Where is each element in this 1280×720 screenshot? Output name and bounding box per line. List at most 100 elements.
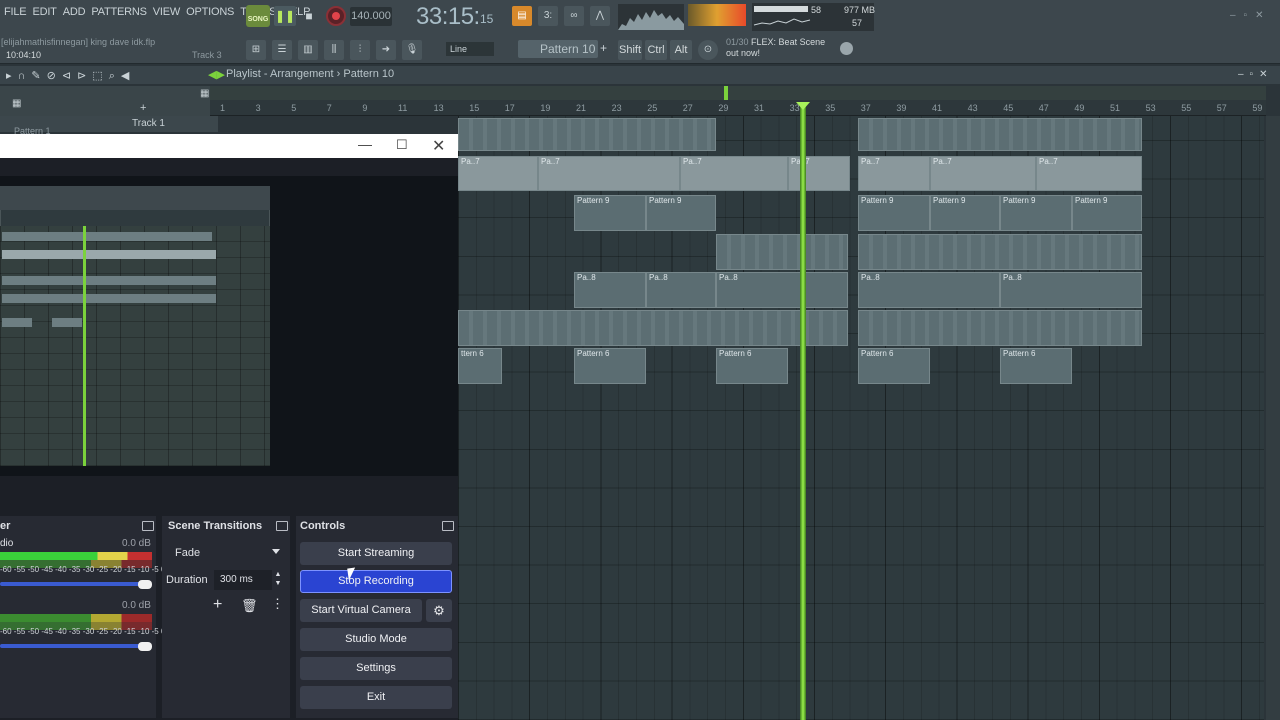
close-icon[interactable]: ✕	[432, 136, 445, 156]
mixer-ch2-knob[interactable]	[138, 642, 152, 651]
fl-window-controls[interactable]: –▫✕	[1230, 10, 1272, 21]
clip-pa7[interactable]: Pa..7	[458, 156, 538, 191]
clip-pattern9[interactable]: Pattern 9	[930, 195, 1000, 231]
blend-icon[interactable]: ⋀	[590, 6, 610, 26]
snap-select[interactable]: Line	[446, 42, 494, 56]
microphone-icon[interactable]: 🎙	[402, 40, 422, 60]
clip-pattern9[interactable]: Pattern 9	[1072, 195, 1142, 231]
timeline-ruler[interactable]: 1 3 5 7 9 11 13 15 17 19 21 23 25 27 29 31 33 35 37 39 41 43 4…	[210, 100, 1266, 116]
clip-pattern9[interactable]: Pattern 9	[646, 195, 716, 231]
pattern-selector[interactable]: Pattern 10	[518, 40, 598, 58]
clip-pattern9[interactable]: Pattern 9	[858, 195, 930, 231]
piano-roll-icon[interactable]: ▥	[298, 40, 318, 60]
add-pattern-icon[interactable]: +	[600, 41, 607, 55]
clip-pa8[interactable]: Pa..8	[646, 272, 716, 308]
clip-pa7[interactable]: Pa..7	[1036, 156, 1142, 191]
transitions-title: Scene Transitions	[168, 520, 263, 532]
keyboard-icon[interactable]: ▦	[200, 88, 209, 99]
clip-pa8[interactable]: Pa..8	[1000, 272, 1142, 308]
dock-popout-icon[interactable]	[142, 521, 154, 531]
duration-input[interactable]: 300 ms	[214, 570, 272, 590]
arrow-icon[interactable]: ➜	[376, 40, 396, 60]
playlist-grid[interactable]: Pa..7 Pa..7 Pa..7 Pa..7 Pa..7 Pa..7 Pa..…	[458, 116, 1264, 720]
exit-button[interactable]: Exit	[300, 686, 452, 709]
clip-drum-row6b[interactable]	[858, 310, 1142, 346]
step-edit-icon[interactable]: 3:	[538, 6, 558, 26]
clip-drum-row1[interactable]	[458, 118, 716, 151]
playhead[interactable]	[800, 106, 806, 720]
pattern-picker-icon[interactable]: ▦	[12, 98, 21, 109]
obs-titlebar[interactable]	[0, 134, 458, 158]
clip-pattern6[interactable]: ttern 6	[458, 348, 502, 384]
clip-drum-row1b[interactable]	[858, 118, 1142, 151]
menu-file[interactable]: FILE	[4, 6, 27, 18]
clip-pa7[interactable]: Pa..7	[930, 156, 1036, 191]
menu-options[interactable]: OPTIONS	[186, 6, 234, 18]
mixer-ch2-slider[interactable]	[0, 644, 148, 648]
channel-rack-icon[interactable]: ☰	[272, 40, 292, 60]
settings-button[interactable]: Settings	[300, 657, 452, 680]
clip-drum-row4b[interactable]	[858, 234, 1142, 270]
menu-patterns[interactable]: PATTERNS	[91, 6, 147, 18]
more-icon[interactable]: ⋮	[271, 596, 284, 612]
clock-icon[interactable]: ⊙	[698, 40, 718, 60]
pause-icon[interactable]: ❚❚	[274, 6, 296, 26]
clip-pattern6[interactable]: Pattern 6	[858, 348, 930, 384]
trash-icon[interactable]: 🗑	[241, 598, 258, 614]
playlist-hscroll[interactable]	[210, 86, 1266, 100]
memory-value: 977 MB	[844, 5, 876, 15]
chevron-down-icon[interactable]	[272, 549, 280, 554]
clip-pa8[interactable]: Pa..8	[574, 272, 646, 308]
clip-pattern9[interactable]: Pattern 9	[1000, 195, 1072, 231]
alt-key[interactable]: Alt	[670, 40, 692, 60]
clip-pa7[interactable]: Pa..7	[680, 156, 788, 191]
clip-pa8[interactable]: Pa..8	[716, 272, 848, 308]
start-streaming-button[interactable]: Start Streaming	[300, 542, 452, 565]
mixer-ch1-slider[interactable]	[0, 582, 148, 586]
stop-recording-button[interactable]: Stop Recording	[300, 570, 452, 593]
globe-icon[interactable]	[840, 42, 853, 55]
tempo-display[interactable]: 140.000	[350, 7, 392, 26]
playlist-vscroll[interactable]	[1266, 116, 1280, 720]
add-icon[interactable]: +	[213, 596, 222, 614]
playlist-icon[interactable]: ⊞	[246, 40, 266, 60]
clip-pa8[interactable]: Pa..8	[858, 272, 1000, 308]
playlist-tools[interactable]: ▸∩✎⊘⊲⊳⬚⌕◀	[6, 69, 135, 83]
dock-popout-icon[interactable]	[442, 521, 454, 531]
browser-icon[interactable]: ⫶	[350, 40, 370, 60]
shift-key[interactable]: Shift	[618, 40, 642, 60]
duration-spinner-icon[interactable]: ▲ ▼	[272, 570, 284, 590]
menu-edit[interactable]: EDIT	[32, 6, 56, 18]
ctrl-key[interactable]: Ctrl	[645, 40, 667, 60]
mixer-icon[interactable]: ⫼	[324, 40, 344, 60]
news-panel[interactable]: 01/30 FLEX: Beat Scene out now!	[726, 37, 825, 59]
clip-drum-row6[interactable]	[458, 310, 848, 346]
mixer-ch1-knob[interactable]	[138, 580, 152, 589]
clip-pattern9[interactable]: Pattern 9	[574, 195, 646, 231]
record-icon[interactable]	[326, 6, 346, 26]
clip-drum-row4[interactable]	[716, 234, 848, 270]
playlist-window-controls[interactable]: –▫✕	[1238, 69, 1274, 80]
stop-icon[interactable]: ■	[300, 6, 318, 26]
minimize-icon[interactable]: —	[358, 136, 372, 152]
clip-pattern6[interactable]: Pattern 6	[716, 348, 788, 384]
song-mode-button[interactable]: SONG	[246, 5, 270, 27]
menu-add[interactable]: ADD	[63, 6, 86, 18]
clip-pa7[interactable]: Pa..7	[538, 156, 680, 191]
clip-pa7[interactable]: Pa..7	[788, 156, 850, 191]
add-track-icon[interactable]: +	[140, 102, 146, 114]
hint-track: Track 3	[192, 50, 222, 60]
gear-icon[interactable]: ⚙	[426, 599, 452, 622]
metronome-icon[interactable]: ▤	[512, 6, 532, 26]
loop-record-icon[interactable]: ∞	[564, 6, 584, 26]
dock-popout-icon[interactable]	[276, 521, 288, 531]
clip-pa7[interactable]: Pa..7	[858, 156, 930, 191]
transition-select[interactable]: Fade	[168, 543, 286, 563]
studio-mode-button[interactable]: Studio Mode	[300, 628, 452, 651]
clip-pattern6[interactable]: Pattern 6	[1000, 348, 1072, 384]
start-virtual-camera-button[interactable]: Start Virtual Camera	[300, 599, 422, 622]
maximize-icon[interactable]: ☐	[396, 137, 408, 153]
menu-view[interactable]: VIEW	[153, 6, 181, 18]
clip-pattern6[interactable]: Pattern 6	[574, 348, 646, 384]
playhead-marker[interactable]	[796, 102, 810, 110]
